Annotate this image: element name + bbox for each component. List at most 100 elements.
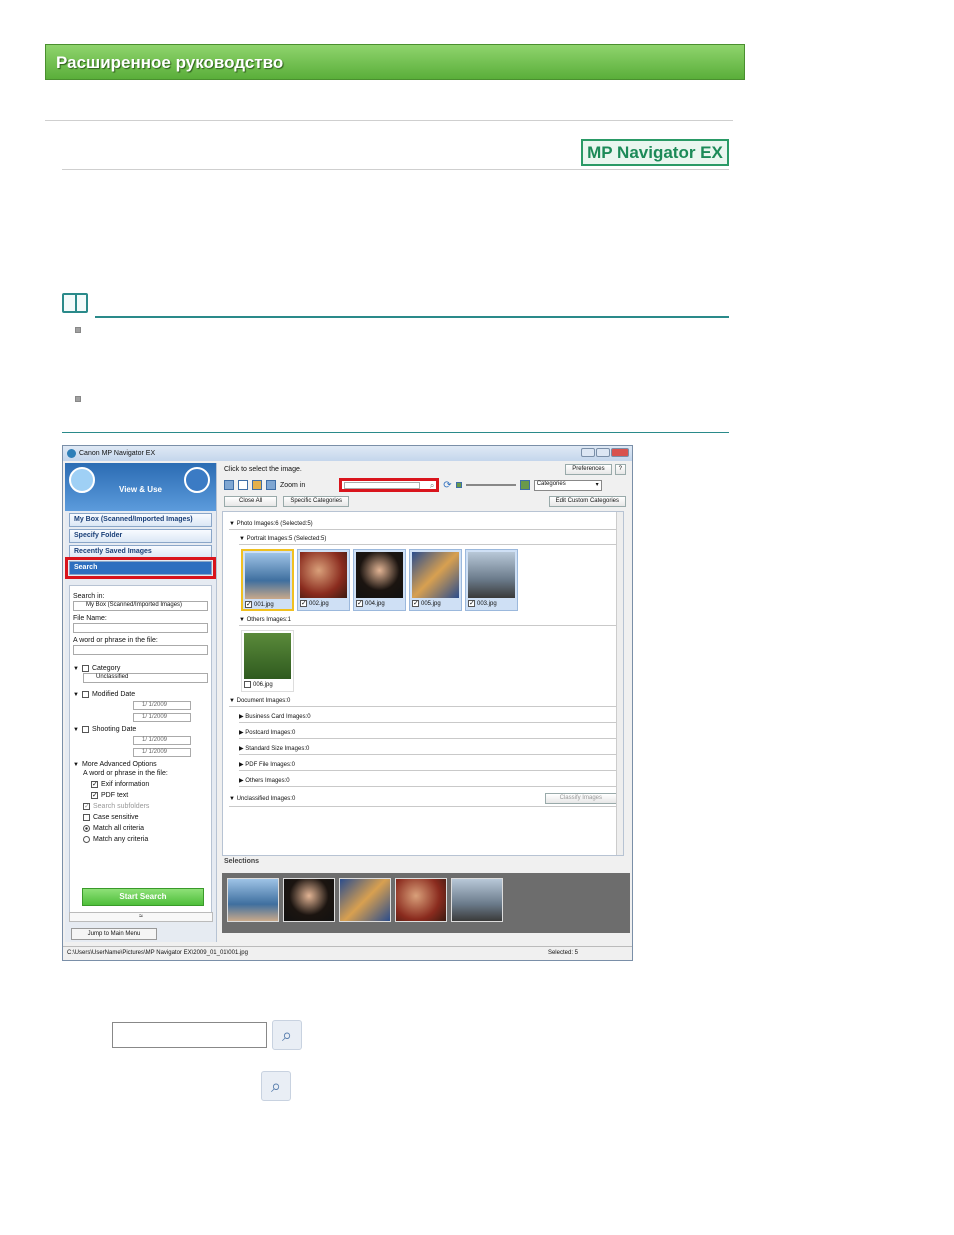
zoom-slider[interactable]	[465, 484, 516, 486]
left-pane: View & Use My Box (Scanned/Imported Imag…	[65, 463, 217, 942]
thumb-checkbox[interactable]	[468, 600, 475, 607]
large-image-icon	[519, 480, 530, 490]
modified-from[interactable]: 1/ 1/2009	[133, 701, 191, 710]
zoom-in-label: Zoom in	[280, 481, 306, 489]
shooting-checkbox[interactable]	[81, 726, 89, 733]
phrase-label: A word or phrase in the file:	[73, 637, 158, 644]
doc-item-label: Standard Size Images:0	[245, 746, 310, 752]
category-select[interactable]: Unclassified	[83, 673, 208, 683]
category-label: Category	[91, 665, 121, 672]
pdf-checkbox[interactable]	[91, 792, 98, 799]
expand-icon[interactable]: ▼	[73, 762, 79, 768]
thumbnail[interactable]: 004.jpg	[353, 549, 406, 611]
nav-my-box[interactable]: My Box (Scanned/Imported Images)	[69, 513, 212, 527]
group-others[interactable]: ▼ Others Images:1	[239, 615, 617, 626]
doc-item-label: Others Images:0	[245, 778, 290, 784]
classify-images-button[interactable]: Classify Images	[544, 793, 617, 804]
shooting-from[interactable]: 1/ 1/2009	[133, 736, 191, 745]
minimize-button[interactable]	[581, 448, 595, 457]
list-scrollbar[interactable]	[616, 512, 623, 855]
category-checkbox[interactable]	[81, 665, 89, 672]
group-photo[interactable]: ▼ Photo Images:6 (Selected:5)	[229, 519, 617, 530]
group-postcard[interactable]: ▶ Postcard Images:0	[239, 727, 617, 739]
portrait-group-label: Portrait Images:5 (Selected:5)	[246, 536, 327, 542]
zoom-icon[interactable]	[266, 480, 276, 490]
thumbnail[interactable]: 003.jpg	[465, 549, 518, 611]
unclassified-group-label: Unclassified Images:0	[236, 795, 296, 802]
group-business-card[interactable]: ▶ Business Card Images:0	[239, 711, 617, 723]
advanced-label: More Advanced Options	[81, 761, 157, 768]
selected-thumb[interactable]	[339, 878, 391, 922]
start-search-button[interactable]: Start Search	[82, 888, 204, 906]
refresh-icon[interactable]: ⟳	[443, 480, 451, 491]
subfolders-checkbox[interactable]	[83, 803, 90, 810]
case-checkbox[interactable]	[83, 814, 90, 821]
selected-thumb[interactable]	[227, 878, 279, 922]
phrase-input[interactable]	[73, 645, 208, 655]
thumb-checkbox[interactable]	[412, 600, 419, 607]
view-grid-icon[interactable]	[238, 480, 248, 490]
match-all-radio[interactable]	[83, 825, 90, 832]
group-portrait[interactable]: ▼ Portrait Images:5 (Selected:5)	[239, 534, 617, 545]
search-icon[interactable]: ⌕	[430, 481, 434, 491]
close-button[interactable]	[611, 448, 629, 457]
selected-thumb[interactable]	[451, 878, 503, 922]
search-in-select[interactable]: My Box (Scanned/Imported Images)	[73, 601, 208, 611]
edit-icon[interactable]	[252, 480, 262, 490]
file-name-input[interactable]	[73, 623, 208, 633]
thumb-label: 005.jpg	[421, 600, 441, 607]
expand-icon[interactable]: ▼	[73, 692, 79, 698]
divider-top	[45, 120, 733, 121]
search-input[interactable]	[344, 482, 421, 489]
selections-text: Selections	[224, 858, 260, 865]
small-image-icon	[455, 482, 462, 488]
view-thumbnail-icon[interactable]	[224, 480, 234, 490]
nav-specify-folder[interactable]: Specify Folder	[69, 529, 212, 543]
categories-combo[interactable]: Categories	[533, 479, 602, 491]
group-standard-size[interactable]: ▶ Standard Size Images:0	[239, 743, 617, 755]
product-badge: MP Navigator EX	[581, 139, 729, 166]
thumbnail[interactable]: 002.jpg	[297, 549, 350, 611]
close-all-button[interactable]: Close All	[224, 495, 278, 507]
doc-item-label: Postcard Images:0	[245, 730, 296, 736]
thumbnail[interactable]: 006.jpg	[241, 630, 294, 692]
modified-checkbox[interactable]	[81, 691, 89, 698]
thumb-label: 002.jpg	[309, 600, 329, 607]
expand-icon[interactable]: ▼	[73, 666, 79, 672]
advanced-phrase: A word or phrase in the file:	[83, 770, 168, 777]
note-end-divider	[62, 432, 729, 433]
modified-to[interactable]: 1/ 1/2009	[133, 713, 191, 722]
exif-label: Exif information	[101, 781, 150, 788]
monitor-icon	[184, 467, 210, 493]
preferences-button[interactable]: Preferences	[565, 464, 612, 475]
selected-thumb[interactable]	[283, 878, 335, 922]
match-any-radio[interactable]	[83, 836, 90, 843]
thumb-checkbox[interactable]	[356, 600, 363, 607]
thumbnail[interactable]: 001.jpg	[241, 549, 294, 611]
app-window-screenshot: Canon MP Navigator EX View & Use My Box …	[62, 445, 633, 961]
shooting-label: Shooting Date	[91, 726, 137, 733]
group-doc-others[interactable]: ▶ Others Images:0	[239, 775, 617, 787]
search-box-highlight[interactable]: ⌕	[339, 478, 440, 492]
nav-recently-saved[interactable]: Recently Saved Images	[69, 545, 212, 559]
shooting-to[interactable]: 1/ 1/2009	[133, 748, 191, 757]
group-unclassified[interactable]: ▼ Unclassified Images:0 Classify Images	[229, 791, 617, 807]
thumb-checkbox[interactable]	[244, 681, 251, 688]
help-button[interactable]: ?	[614, 464, 626, 475]
selected-thumb[interactable]	[395, 878, 447, 922]
thumb-checkbox[interactable]	[300, 600, 307, 607]
image-list: ▼ Photo Images:6 (Selected:5) ▼ Portrait…	[222, 511, 624, 856]
expand-icon[interactable]: ▼	[73, 727, 79, 733]
selections-label: Selections	[222, 858, 630, 870]
edit-custom-categories-button[interactable]: Edit Custom Categories	[548, 495, 626, 507]
thumb-checkbox[interactable]	[245, 601, 252, 608]
collapse-button[interactable]: ≈	[69, 912, 213, 922]
maximize-button[interactable]	[596, 448, 610, 457]
group-pdf-file[interactable]: ▶ PDF File Images:0	[239, 759, 617, 771]
jump-main-menu-button[interactable]: Jump to Main Menu	[71, 928, 157, 940]
specific-categories-button[interactable]: Specific Categories	[283, 495, 350, 507]
exif-checkbox[interactable]	[91, 781, 98, 788]
nav-search[interactable]: Search	[65, 557, 216, 579]
thumbnail[interactable]: 005.jpg	[409, 549, 462, 611]
group-document[interactable]: ▼ Document Images:0	[229, 696, 617, 707]
